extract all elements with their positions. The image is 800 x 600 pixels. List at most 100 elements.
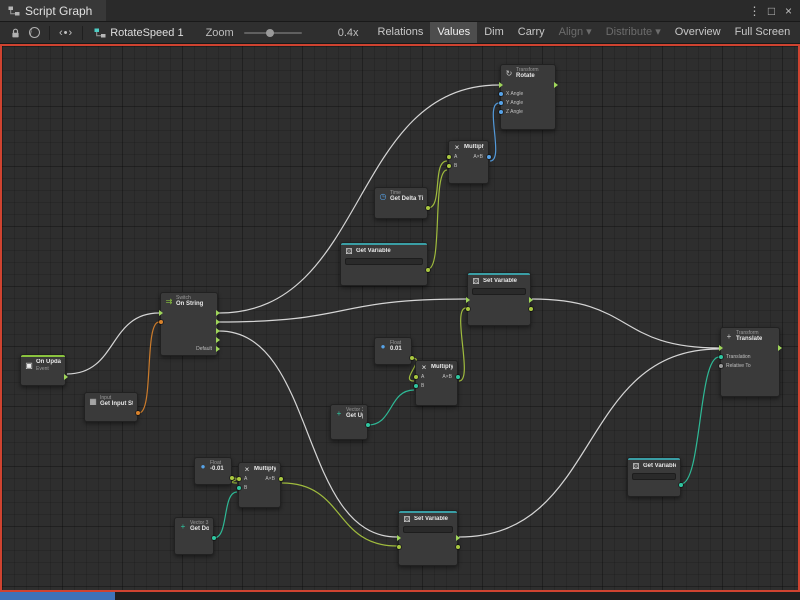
input-port[interactable] [447,155,451,159]
input-port[interactable] [159,320,163,324]
toolbar-button-full-screen[interactable]: Full Screen [728,22,798,43]
output-port[interactable] [529,297,533,303]
output-port[interactable] [778,345,782,351]
port-row [161,318,217,327]
node-time-get-delta-time[interactable]: ◷TimeGet Delta Time [374,187,428,219]
output-port[interactable] [366,423,370,427]
toolbar-button-distribute[interactable]: Distribute ▾ [599,22,668,43]
info-icon[interactable]: i [29,27,40,38]
node-input-get-input-string[interactable]: ▦InputGet Input String [84,392,138,422]
wire-float[interactable] [282,483,397,546]
output-port[interactable] [230,476,234,480]
variable-name-field[interactable] [472,288,526,295]
output-port[interactable] [679,483,683,487]
output-port[interactable] [426,206,430,210]
toolbar-button-overview[interactable]: Overview [668,22,728,43]
node-set-variable-top[interactable]: ⚄Set Variable [467,272,531,326]
output-port[interactable] [212,536,216,540]
node-float-literal-neg001[interactable]: ●Float-0.01 [194,457,232,485]
variable-name-field[interactable] [632,473,676,480]
node-get-variable-top[interactable]: ⚄Get Variable [340,242,428,286]
input-port[interactable] [719,345,723,351]
node-multiply-bottom[interactable]: ×MultiplyAA×BB [238,462,281,508]
wire-flow[interactable] [459,349,719,537]
input-port[interactable] [237,477,241,481]
toolbar-button-values[interactable]: Values [430,22,477,43]
input-port[interactable] [499,82,503,88]
zoom-slider[interactable] [244,32,302,34]
node-multiply-top[interactable]: ×MultiplyAA×BB [448,140,489,184]
wire-angle[interactable] [490,103,499,161]
output-port[interactable] [216,337,220,343]
input-port[interactable] [447,164,451,168]
input-port[interactable] [397,545,401,549]
input-port[interactable] [499,110,503,114]
input-port[interactable] [499,101,503,105]
node-transform-translate[interactable]: +TransformTranslateTranslationRelative T… [720,327,780,397]
output-port[interactable] [456,545,460,549]
wire-float[interactable] [428,161,447,208]
wire-flow[interactable] [219,299,466,322]
wire-string[interactable] [139,322,159,413]
port-row [21,373,65,382]
scrollbar-thumb[interactable] [0,592,115,600]
zoom-to-fit-icon[interactable]: ‹•› [59,27,73,39]
input-port[interactable] [719,364,723,368]
input-port[interactable] [237,486,241,490]
wire-vector[interactable] [368,390,414,425]
output-port[interactable] [216,328,220,334]
wire-vector[interactable] [214,492,237,538]
input-port[interactable] [159,310,163,316]
maximize-icon[interactable]: □ [763,4,780,18]
variable-name-field[interactable] [403,526,453,533]
input-port[interactable] [414,384,418,388]
graph-asset-chip[interactable]: RotateSpeed 1 [94,27,183,39]
node-on-update-event[interactable]: ▣On UpdateEvent [20,354,66,386]
horizontal-scrollbar[interactable] [0,592,800,600]
wire-float[interactable] [459,308,466,381]
tab-script-graph[interactable]: Script Graph [0,0,106,21]
wire-flow[interactable] [532,299,719,348]
node-get-variable-right[interactable]: ⚄Get Variable [627,457,681,497]
node-vector3-get-down[interactable]: +Vector 3Get Down [174,517,214,555]
node-float-literal-001[interactable]: ●Float0.01 [374,337,412,365]
variable-name-field[interactable] [345,258,423,265]
output-port[interactable] [410,356,414,360]
output-port[interactable] [216,310,220,316]
output-port[interactable] [456,535,460,541]
output-port[interactable] [216,319,220,325]
node-multiply-middle[interactable]: ×MultiplyAA×BB [415,360,458,406]
input-port[interactable] [466,297,470,303]
input-port[interactable] [499,92,503,96]
menu-icon[interactable]: ⋮ [746,4,763,18]
input-port[interactable] [414,375,418,379]
output-port[interactable] [136,411,140,415]
output-port[interactable] [554,82,558,88]
input-port[interactable] [719,355,723,359]
input-port[interactable] [397,535,401,541]
zoom-slider-thumb[interactable] [266,29,274,37]
node-header: +Vector 3Get Down [175,518,213,534]
wire-flow[interactable] [67,313,159,374]
input-port[interactable] [466,307,470,311]
node-set-variable-bottom[interactable]: ⚄Set Variable [398,510,458,566]
output-port[interactable] [279,477,283,481]
node-vector3-get-up[interactable]: +Vector 3Get Up [330,404,368,440]
output-port[interactable] [64,374,68,380]
lock-icon[interactable] [10,27,21,39]
output-port[interactable] [487,155,491,159]
output-port[interactable] [426,268,430,272]
toolbar-button-dim[interactable]: Dim [477,22,511,43]
output-port[interactable] [456,375,460,379]
close-icon[interactable]: × [780,4,797,18]
toolbar-button-relations[interactable]: Relations [371,22,431,43]
node-transform-rotate[interactable]: ↻TransformRotateX AngleY AngleZ Angle [500,64,556,130]
node-switch-on-string[interactable]: ⇉SwitchOn StringDefault [160,292,218,356]
graph-canvas[interactable]: ▣On UpdateEvent ▦InputGet Input String ⇉Sw… [0,44,800,592]
output-port[interactable] [216,346,220,352]
toolbar-button-carry[interactable]: Carry [511,22,552,43]
output-port[interactable] [529,307,533,311]
wire-vector[interactable] [681,357,719,484]
toolbar-button-align[interactable]: Align ▾ [552,22,599,43]
node-header: ↻TransformRotate [501,65,555,81]
